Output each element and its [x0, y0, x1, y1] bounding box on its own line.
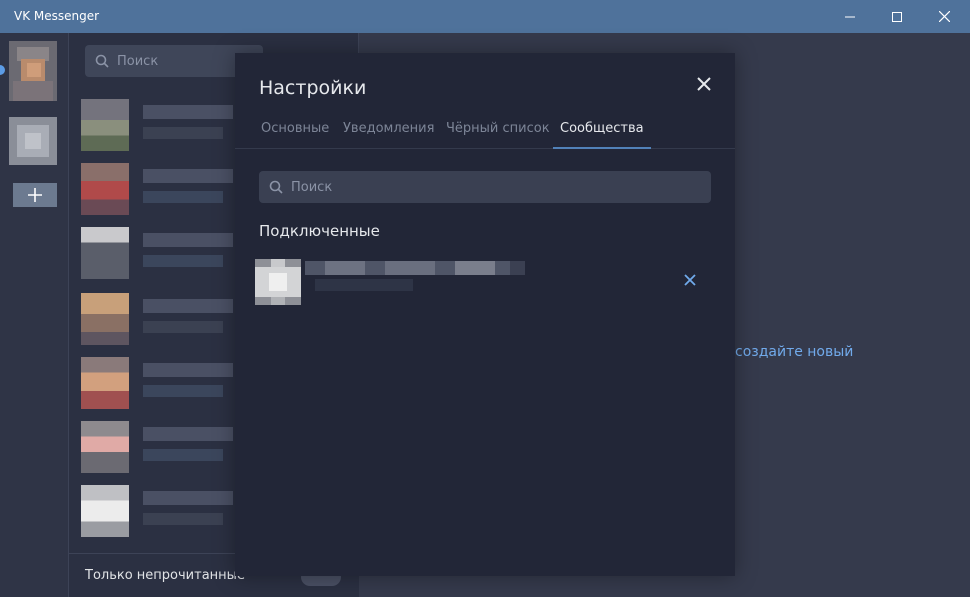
conversation-avatar [81, 485, 129, 537]
communities-search-input[interactable]: Поиск [259, 171, 711, 203]
pixelated-avatar-image [9, 117, 57, 165]
dialog-title: Настройки [259, 77, 367, 99]
search-icon [95, 54, 109, 68]
search-placeholder: Поиск [117, 53, 159, 69]
tab-notifications[interactable]: Уведомления [343, 121, 434, 149]
conversation-preview-placeholder [143, 385, 223, 397]
conversation-preview-placeholder [143, 191, 223, 203]
dialog-close-button[interactable] [693, 73, 715, 95]
conversation-avatar [81, 293, 129, 345]
community-avatar [255, 259, 301, 305]
conversation-preview-placeholder [143, 321, 223, 333]
minimize-icon [845, 16, 855, 17]
window-title: VK Messenger [14, 9, 100, 23]
search-icon [269, 180, 283, 194]
conversation-name-placeholder [143, 169, 233, 183]
remove-icon [684, 274, 696, 286]
plus-icon [28, 188, 42, 202]
account-avatar[interactable] [9, 41, 57, 101]
account-avatar[interactable] [9, 117, 57, 165]
account-rail [0, 33, 69, 597]
conversation-name-placeholder [143, 299, 233, 313]
create-new-link[interactable]: создайте новый [735, 344, 853, 360]
connected-section-title: Подключенные [259, 222, 380, 240]
settings-dialog: Настройки Основные Уведомления Чёрный сп… [235, 53, 735, 576]
conversation-preview-placeholder [143, 255, 223, 267]
active-account-indicator [0, 65, 5, 75]
tab-blacklist[interactable]: Чёрный список [446, 121, 550, 149]
conversation-preview-placeholder [143, 449, 223, 461]
conversation-avatar [81, 421, 129, 473]
title-bar: VK Messenger [0, 0, 970, 33]
tab-general[interactable]: Основные [261, 121, 329, 149]
conversation-preview-placeholder [143, 127, 223, 139]
add-account-button[interactable] [13, 183, 57, 207]
conversation-avatar [81, 163, 129, 215]
conversation-name-placeholder [143, 105, 233, 119]
maximize-button[interactable] [874, 0, 920, 33]
remove-community-button[interactable] [681, 271, 699, 289]
community-name-placeholder [305, 261, 525, 275]
conversation-avatar [81, 99, 129, 151]
community-description-placeholder [315, 279, 413, 291]
conversation-avatar [81, 227, 129, 279]
pixelated-avatar-image [9, 41, 57, 101]
app-window: VK Messenger Поиск Только непрочитанные … [0, 0, 970, 597]
conversation-preview-placeholder [143, 513, 223, 525]
conversation-avatar [81, 357, 129, 409]
conversation-name-placeholder [143, 363, 233, 377]
minimize-button[interactable] [827, 0, 873, 33]
close-icon [697, 77, 711, 91]
only-unread-label: Только непрочитанные [85, 568, 245, 583]
close-icon [938, 11, 950, 22]
settings-tabs: Основные Уведомления Чёрный список Сообщ… [235, 115, 735, 149]
search-placeholder: Поиск [291, 179, 333, 195]
conversation-name-placeholder [143, 233, 233, 247]
maximize-icon [892, 11, 902, 22]
conversation-name-placeholder [143, 427, 233, 441]
close-window-button[interactable] [921, 0, 967, 33]
tab-communities[interactable]: Сообщества [553, 121, 651, 149]
connected-community-item[interactable] [255, 259, 711, 305]
conversation-name-placeholder [143, 491, 233, 505]
